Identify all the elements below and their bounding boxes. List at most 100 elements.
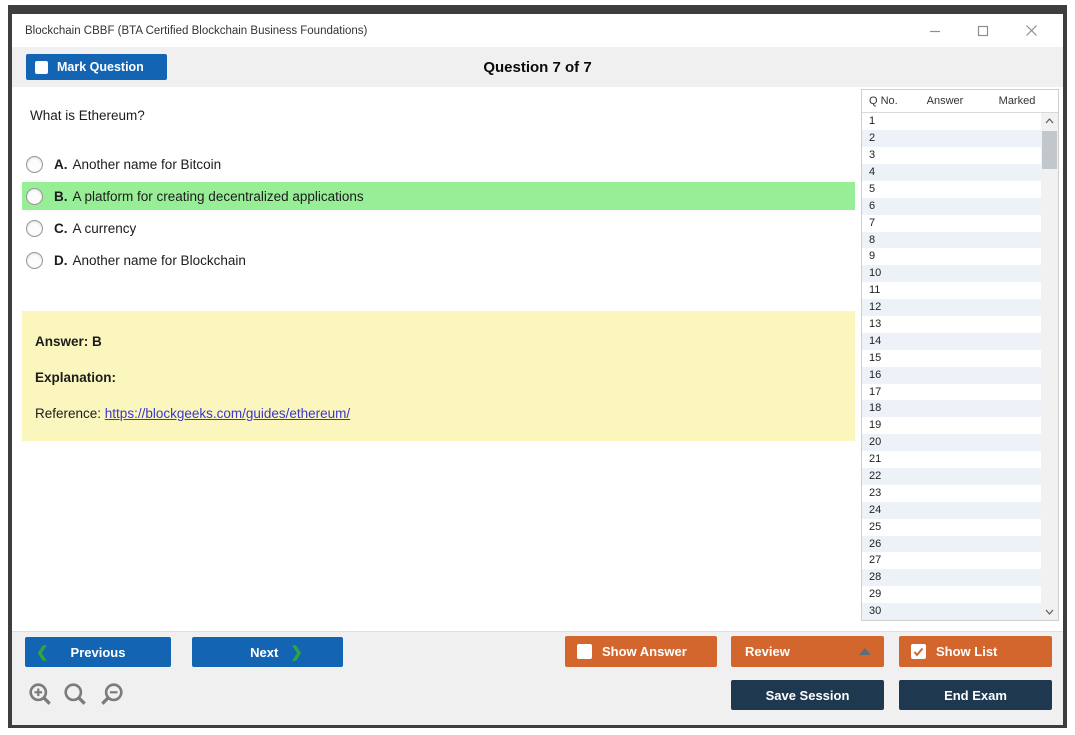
app-window: Blockchain CBBF (BTA Certified Blockchai… [8, 5, 1067, 728]
option-letter: A. [54, 156, 68, 172]
question-list-row[interactable]: 13 [862, 316, 1041, 333]
question-list-row[interactable]: 10 [862, 265, 1041, 283]
answer-cell [910, 130, 976, 147]
question-list-row[interactable]: 19 [862, 417, 1041, 434]
question-list-row[interactable]: 20 [862, 434, 1041, 452]
marked-cell [976, 282, 1041, 299]
question-list-row[interactable]: 12 [862, 299, 1041, 316]
question-list-row[interactable]: 29 [862, 586, 1041, 603]
question-list-body: 1 2 3 4 5 6 7 8 9 10 11 12 13 14 15 16 17 18 19 20 21 22 23 24 2… [862, 113, 1058, 620]
marked-cell [976, 451, 1041, 468]
column-header-qno: Q No. [869, 95, 898, 108]
chevron-left-icon: ❮ [36, 643, 49, 661]
radio-option-a[interactable] [26, 155, 43, 173]
question-counter: Question 7 of 7 [483, 58, 592, 76]
answer-cell [910, 316, 976, 333]
question-list-row[interactable]: 4 [862, 163, 1041, 181]
qno-cell: 14 [869, 334, 882, 347]
scroll-up-icon[interactable] [1041, 113, 1058, 129]
scroll-down-icon[interactable] [1041, 604, 1058, 620]
radio-option-c[interactable] [26, 219, 43, 237]
question-list-row[interactable]: 9 [862, 248, 1041, 265]
qno-cell: 18 [869, 402, 882, 415]
zoom-in-icon[interactable] [28, 682, 54, 708]
save-session-button[interactable]: Save Session [731, 680, 884, 710]
question-list-row[interactable]: 23 [862, 485, 1041, 502]
question-list-row[interactable]: 24 [862, 501, 1041, 519]
column-header-answer: Answer [926, 95, 964, 108]
question-list-row[interactable]: 11 [862, 282, 1041, 299]
zoom-out-icon[interactable] [98, 682, 124, 708]
answer-cell [910, 232, 976, 249]
option-d[interactable]: D. Another name for Blockchain [22, 246, 855, 274]
option-c[interactable]: C. A currency [22, 214, 855, 242]
qno-cell: 25 [869, 520, 882, 533]
answer-cell [910, 282, 976, 299]
answer-cell [910, 468, 976, 485]
question-list-row[interactable]: 5 [862, 181, 1041, 198]
maximize-button[interactable] [959, 14, 1007, 47]
marked-cell [976, 147, 1041, 164]
show-answer-checkbox[interactable] [577, 644, 592, 659]
scrollbar-thumb[interactable] [1042, 131, 1057, 170]
question-area: What is Ethereum? A. Another name for Bi… [12, 87, 861, 631]
qno-cell: 8 [869, 233, 876, 246]
chevron-right-icon: ❯ [290, 643, 303, 661]
answer-cell [910, 181, 976, 198]
footer-toolbar: ❮ Previous Next ❯ Show Answer Review Sho… [12, 631, 1063, 725]
show-list-button[interactable]: Show List [899, 636, 1052, 667]
question-list-row[interactable]: 21 [862, 451, 1041, 468]
review-button[interactable]: Review [731, 636, 884, 667]
option-text: Another name for Blockchain [72, 252, 246, 268]
marked-cell [976, 215, 1041, 232]
question-list-row[interactable]: 30 [862, 603, 1041, 620]
question-list-row[interactable]: 1 [862, 113, 1041, 130]
radio-option-b[interactable] [26, 187, 43, 205]
radio-option-d[interactable] [26, 251, 43, 269]
answer-cell [910, 417, 976, 434]
question-list-row[interactable]: 7 [862, 215, 1041, 232]
question-list-row[interactable]: 17 [862, 384, 1041, 401]
qno-cell: 2 [869, 132, 876, 145]
option-text: A currency [72, 220, 137, 236]
minimize-button[interactable] [911, 14, 959, 47]
question-list-row[interactable]: 18 [862, 400, 1041, 418]
question-list-row[interactable]: 15 [862, 350, 1041, 367]
previous-label: Previous [70, 644, 126, 660]
question-text: What is Ethereum? [30, 108, 145, 123]
question-list-row[interactable]: 27 [862, 552, 1041, 569]
question-list-row[interactable]: 26 [862, 535, 1041, 553]
previous-button[interactable]: ❮ Previous [25, 637, 171, 667]
question-list-rows: 1 2 3 4 5 6 7 8 9 10 11 12 13 14 15 16 17 18 19 20 21 22 23 24 2… [862, 113, 1041, 620]
answer-cell [910, 198, 976, 215]
question-list-row[interactable]: 8 [862, 231, 1041, 249]
show-list-checkbox[interactable] [911, 644, 926, 659]
qno-cell: 11 [869, 284, 881, 297]
close-button[interactable] [1007, 14, 1055, 47]
option-a[interactable]: A. Another name for Bitcoin [22, 150, 855, 178]
check-icon [913, 647, 924, 657]
option-b[interactable]: B. A platform for creating decentralized… [22, 182, 855, 210]
end-exam-button[interactable]: End Exam [899, 680, 1052, 710]
question-list-row[interactable]: 3 [862, 147, 1041, 164]
next-button[interactable]: Next ❯ [192, 637, 343, 667]
answer-cell [910, 485, 976, 502]
answer-cell [910, 400, 976, 417]
answer-explanation-box: Answer: B Explanation: Reference: https:… [22, 311, 855, 441]
question-list-row[interactable]: 16 [862, 366, 1041, 384]
question-list-row[interactable]: 14 [862, 332, 1041, 350]
question-list-scrollbar[interactable] [1041, 113, 1058, 620]
question-list-row[interactable]: 25 [862, 519, 1041, 536]
marked-cell [976, 519, 1041, 536]
answer-cell [910, 164, 976, 181]
show-answer-button[interactable]: Show Answer [565, 636, 717, 667]
question-list-row[interactable]: 6 [862, 197, 1041, 215]
option-text: A platform for creating decentralized ap… [72, 188, 364, 204]
question-list-row[interactable]: 2 [862, 130, 1041, 148]
question-list-row[interactable]: 22 [862, 467, 1041, 485]
question-list-row[interactable]: 28 [862, 569, 1041, 587]
reference-link[interactable]: https://blockgeeks.com/guides/ethereum/ [105, 406, 350, 421]
main-content: What is Ethereum? A. Another name for Bi… [12, 87, 1063, 631]
zoom-reset-icon[interactable] [63, 682, 89, 708]
qno-cell: 5 [869, 182, 876, 195]
